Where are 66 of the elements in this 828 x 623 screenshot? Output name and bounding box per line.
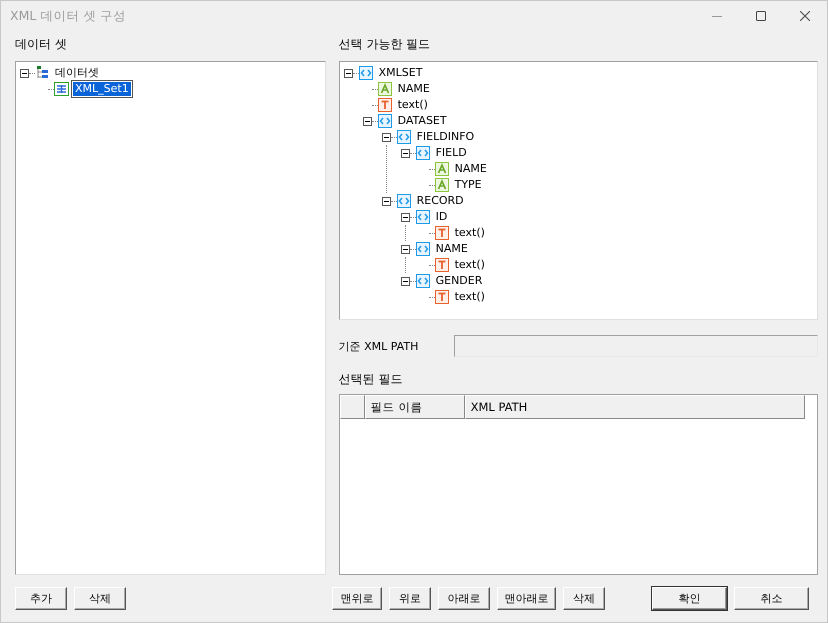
text-node-icon [434,258,449,272]
dataset-button[interactable]: 삭제 [74,587,126,610]
element-icon [416,210,430,224]
tree-item[interactable]: text() [396,98,430,112]
collapse-icon[interactable] [400,148,410,158]
tree-item[interactable]: text() [452,258,487,272]
dataset-icon [35,66,49,80]
dataset-tree[interactable]: 데이터셋 XML_Set1 [15,61,326,575]
order-button[interactable]: 아래로 [438,587,490,610]
text-node-icon [378,98,392,112]
order-button[interactable]: 위로 [389,587,431,610]
tree-item[interactable]: text() [452,290,487,304]
order-button[interactable]: 삭제 [563,587,605,610]
tree-item[interactable]: FIELDINFO [414,130,476,144]
attribute-icon [434,178,449,192]
collapse-icon[interactable] [400,276,410,286]
row-header-cell [340,395,365,419]
collapse-icon[interactable] [344,68,353,78]
element-icon [358,66,373,80]
panel-label: 선택 가능한 필드 [338,36,432,53]
tree-item[interactable]: DATASET [396,114,449,128]
element-icon [396,194,411,208]
tree-item[interactable]: RECORD [414,194,466,208]
column-header[interactable]: 필드 이름 [364,395,465,419]
tree-item[interactable]: GENDER [434,274,484,288]
close-icon[interactable] [800,11,810,21]
tree-item[interactable]: XMLSET [376,66,424,80]
window-title: XML 데이터 셋 구성 [10,8,128,24]
maximize-icon[interactable] [756,11,766,21]
element-icon [378,114,392,128]
dataset-button[interactable]: 추가 [15,587,67,610]
collapse-icon[interactable] [382,132,391,142]
panel-label: 데이터 셋 [15,36,68,53]
tree-item[interactable]: NAME [452,162,489,176]
tree-item[interactable]: XML_Set1 [73,82,131,96]
collapse-icon[interactable] [400,244,410,254]
tree-item[interactable]: NAME [396,82,432,96]
panel-label: 선택된 필드 [338,371,404,388]
order-button[interactable]: 맨위로 [332,587,382,610]
dialog-button[interactable]: 확인 [652,587,727,610]
element-icon [396,130,411,144]
order-button[interactable]: 맨아래로 [497,587,556,610]
attribute-icon [378,82,392,96]
collapse-icon[interactable] [20,68,29,78]
text-node-icon [434,290,449,304]
tree-item[interactable]: text() [452,226,487,240]
tree-item[interactable]: NAME [434,242,470,256]
column-header[interactable]: XML PATH [464,395,805,419]
element-icon [416,242,430,256]
attribute-icon [434,162,449,176]
text-node-icon [434,226,449,240]
tree-item[interactable]: FIELD [434,146,469,160]
element-icon [416,274,430,288]
element-icon [416,146,430,160]
field-label: 기준 XML PATH [338,338,420,354]
table-icon [54,82,69,96]
selected-fields-grid[interactable]: 필드 이름 XML PATH [338,394,818,575]
collapse-icon[interactable] [400,212,410,222]
tree-item[interactable]: 데이터셋 [53,66,101,80]
fields-tree[interactable]: XMLSET NAME text() DATASET FIELDINFO FIELD NAME TYPE RECORD ID text() NAME text() GENDER text() [338,61,818,320]
collapse-icon[interactable] [362,116,372,126]
base-path-field[interactable] [454,335,818,357]
collapse-icon[interactable] [382,196,391,206]
tree-item[interactable]: TYPE [452,178,484,192]
tree-item[interactable]: ID [434,210,450,224]
dialog-button[interactable]: 취소 [734,587,809,610]
